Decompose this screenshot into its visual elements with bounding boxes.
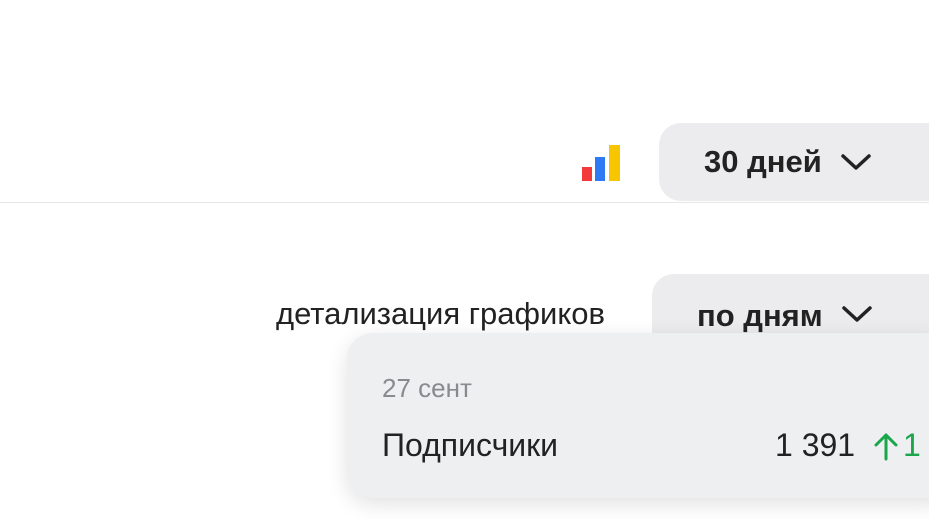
tooltip-date: 27 сент — [382, 373, 472, 403]
chart-tooltip: 27 сент Подписчики 1 391 1 — [347, 333, 929, 498]
tooltip-delta: 1 — [873, 427, 921, 464]
arrow-up-icon — [874, 433, 898, 460]
period-select[interactable]: 30 дней — [659, 123, 929, 201]
chart-detail-label: детализация графиков — [276, 296, 605, 331]
header-divider — [0, 202, 929, 203]
period-select-value: 30 дней — [704, 144, 822, 179]
chevron-down-icon — [841, 154, 871, 170]
tooltip-metric-name: Подписчики — [382, 427, 559, 463]
tooltip-metric-value: 1 391 — [775, 427, 856, 463]
granularity-select-value: по дням — [697, 298, 823, 333]
bar-chart-colored-icon — [582, 145, 620, 181]
tooltip-delta-value: 1 — [903, 427, 921, 463]
chevron-down-icon — [841, 306, 872, 322]
